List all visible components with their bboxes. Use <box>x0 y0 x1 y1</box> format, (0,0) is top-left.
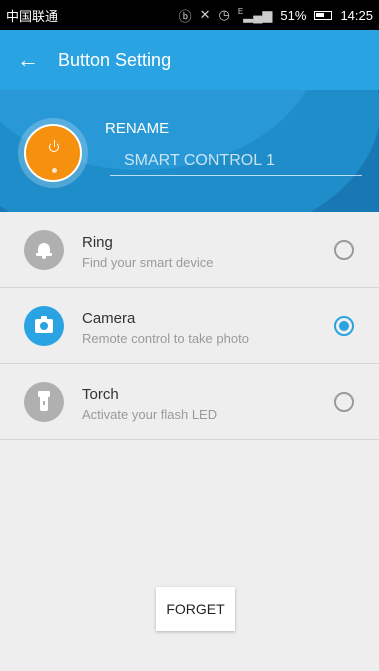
battery-percent: 51% <box>280 7 307 23</box>
camera-radio[interactable] <box>334 316 354 336</box>
option-subtitle: Remote control to take photo <box>82 331 249 346</box>
device-name-field[interactable]: SMART CONTROL 1 <box>110 148 362 176</box>
flashlight-icon <box>24 382 64 422</box>
option-title: Torch <box>82 386 119 403</box>
carrier-label: 中国联通 <box>6 8 59 24</box>
option-torch[interactable]: Torch Activate your flash LED <box>0 364 379 440</box>
option-ring[interactable]: Ring Find your smart device <box>0 212 379 288</box>
alarm-icon: ◷ <box>218 7 230 22</box>
mute-icon: ✕ <box>199 7 211 22</box>
device-avatar <box>18 118 88 188</box>
page-title: Button Setting <box>58 49 172 70</box>
option-subtitle: Activate your flash LED <box>82 407 218 422</box>
status-bar: 中国联通 ⓑ ✕ ◷ E▂▄▆ 51% 14:25 <box>0 0 379 30</box>
function-list: Ring Find your smart device Camera Remot… <box>0 212 379 440</box>
signal-icon: E▂▄▆ <box>237 6 273 23</box>
clock: 14:25 <box>340 7 373 23</box>
smart-button-icon <box>24 124 82 182</box>
option-title: Ring <box>82 234 113 251</box>
rename-label: RENAME <box>105 120 170 137</box>
battery-icon <box>314 10 333 20</box>
option-camera[interactable]: Camera Remote control to take photo <box>0 288 379 364</box>
option-subtitle: Find your smart device <box>82 255 214 270</box>
device-header: RENAME SMART CONTROL 1 <box>0 90 379 212</box>
forget-button[interactable]: FORGET <box>156 587 235 631</box>
bell-icon <box>24 230 64 270</box>
ring-radio[interactable] <box>334 240 354 260</box>
option-title: Camera <box>82 310 136 327</box>
back-arrow-icon[interactable]: ← <box>0 30 56 90</box>
bluetooth-icon: ⓑ <box>178 8 192 24</box>
app-bar: ← Button Setting <box>0 30 379 90</box>
camera-icon <box>24 306 64 346</box>
torch-radio[interactable] <box>334 392 354 412</box>
